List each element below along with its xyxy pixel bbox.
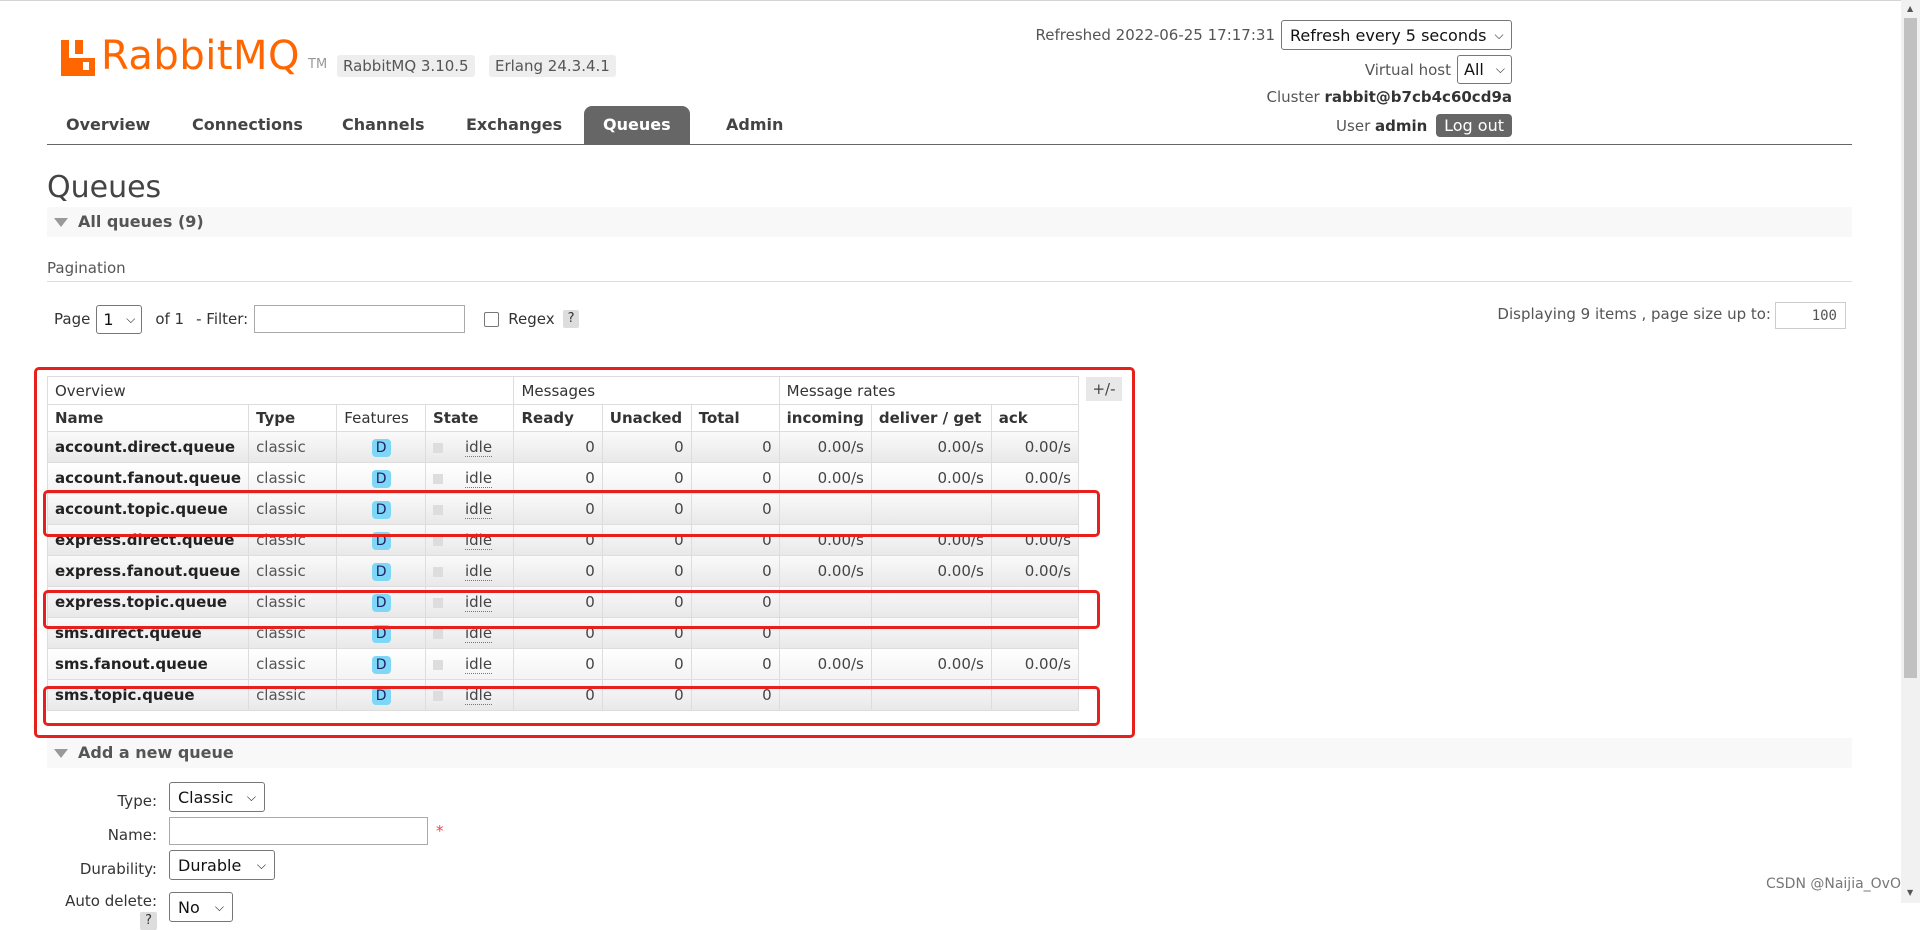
durability-select[interactable]: Durable ⌵	[169, 850, 275, 880]
tab-admin[interactable]: Admin	[707, 106, 802, 144]
collapse-triangle-icon	[54, 218, 68, 227]
queue-name-input[interactable]	[169, 817, 428, 845]
auto-delete-value: No	[178, 897, 200, 917]
chevron-down-icon: ⌵	[214, 899, 224, 914]
pager: Page 1 ⌵ of 1 - Filter: Regex ?	[54, 304, 580, 334]
name-label: Name:	[107, 826, 157, 844]
durability-label: Durability:	[79, 860, 157, 878]
queue-type-value: Classic	[178, 787, 234, 807]
watermark: CSDN @Naijia_OvO	[1766, 876, 1901, 892]
tab-exchanges[interactable]: Exchanges	[447, 106, 581, 144]
chevron-down-icon: ⌵	[126, 311, 136, 326]
form-row-durability: Durability: Durable ⌵	[47, 850, 275, 880]
display-info: Displaying 9 items , page size up to:	[1497, 305, 1771, 323]
vhost-label: Virtual host	[1364, 60, 1451, 79]
page-value: 1	[103, 309, 114, 329]
durability-value: Durable	[178, 855, 242, 875]
auto-delete-select[interactable]: No ⌵	[169, 892, 233, 922]
regex-label: Regex	[508, 310, 555, 328]
annotation-highlight-express-topic	[43, 590, 1100, 629]
rabbit-logo-icon	[61, 40, 95, 76]
main-nav: Overview Connections Channels Exchanges …	[47, 106, 1852, 145]
type-label: Type:	[117, 792, 157, 810]
vhost-select[interactable]: All ⌵	[1457, 55, 1512, 84]
annotation-highlight-account-topic	[43, 490, 1100, 537]
chevron-down-icon: ⌵	[256, 857, 266, 872]
regex-checkbox[interactable]	[484, 311, 500, 327]
scroll-up-arrow-icon[interactable]: ▲	[1907, 4, 1913, 13]
chevron-down-icon: ⌵	[246, 789, 256, 804]
rabbitmq-logo[interactable]: RabbitMQ TM	[61, 34, 327, 76]
auto-delete-help-button[interactable]: ?	[140, 912, 157, 930]
regex-help-button[interactable]: ?	[562, 310, 580, 328]
page-title: Queues	[47, 170, 162, 205]
erlang-version: Erlang 24.3.4.1	[489, 55, 616, 77]
form-row-name: Name: *	[47, 817, 444, 845]
annotation-highlight-table	[34, 367, 1135, 738]
annotation-highlight-sms-topic	[43, 686, 1100, 726]
vhost-value: All	[1464, 60, 1484, 79]
pagination-divider	[47, 281, 1852, 282]
filter-label: - Filter:	[196, 310, 249, 328]
page-scrollbar[interactable]: ▲ ▼	[1901, 0, 1920, 903]
auto-delete-label-wrap: Auto delete: ?	[47, 884, 169, 930]
app-name: RabbitMQ	[101, 33, 300, 79]
refresh-interval-value: Refresh every 5 seconds	[1290, 25, 1487, 45]
rabbitmq-version: RabbitMQ 3.10.5	[337, 55, 475, 77]
page-select[interactable]: 1 ⌵	[96, 304, 143, 334]
auto-delete-label: Auto delete:	[65, 892, 157, 910]
all-queues-section-toggle[interactable]: All queues (9)	[47, 207, 1852, 237]
add-queue-section-toggle[interactable]: Add a new queue	[47, 738, 1852, 768]
chevron-down-icon: ⌵	[1494, 27, 1504, 42]
vhost-row: Virtual host All ⌵	[1365, 55, 1512, 84]
required-marker: *	[436, 822, 444, 840]
all-queues-label: All queues (9)	[78, 212, 204, 231]
collapse-triangle-icon	[54, 749, 68, 758]
refresh-row: Refreshed 2022-06-25 17:17:31 Refresh ev…	[1036, 20, 1512, 50]
scroll-down-arrow-icon[interactable]: ▼	[1907, 888, 1913, 897]
add-queue-label: Add a new queue	[78, 743, 234, 762]
pagination-heading: Pagination	[47, 259, 126, 277]
page-label: Page	[54, 310, 91, 328]
tab-queues[interactable]: Queues	[584, 106, 690, 144]
queue-type-select[interactable]: Classic ⌵	[169, 782, 265, 812]
tab-connections[interactable]: Connections	[173, 106, 322, 144]
tab-channels[interactable]: Channels	[323, 106, 444, 144]
cluster-label: Cluster	[1266, 88, 1320, 106]
filter-input[interactable]	[254, 305, 466, 333]
refresh-interval-select[interactable]: Refresh every 5 seconds ⌵	[1281, 20, 1512, 50]
page-size-input[interactable]: 100	[1775, 302, 1846, 329]
trademark: TM	[308, 57, 328, 72]
form-row-type: Type: Classic ⌵	[47, 782, 265, 812]
refreshed-timestamp: Refreshed 2022-06-25 17:17:31	[1035, 26, 1275, 44]
page-of-label: of 1	[155, 310, 185, 328]
cluster-name: rabbit@b7cb4c60cd9a	[1324, 88, 1513, 106]
top-border	[0, 0, 1920, 1]
tab-overview[interactable]: Overview	[47, 106, 169, 144]
form-row-auto-delete: Auto delete: ? No ⌵	[47, 884, 233, 930]
chevron-down-icon: ⌵	[1495, 62, 1505, 76]
cluster-row: Cluster rabbit@b7cb4c60cd9a	[1266, 88, 1512, 106]
scrollbar-thumb[interactable]	[1904, 18, 1917, 678]
